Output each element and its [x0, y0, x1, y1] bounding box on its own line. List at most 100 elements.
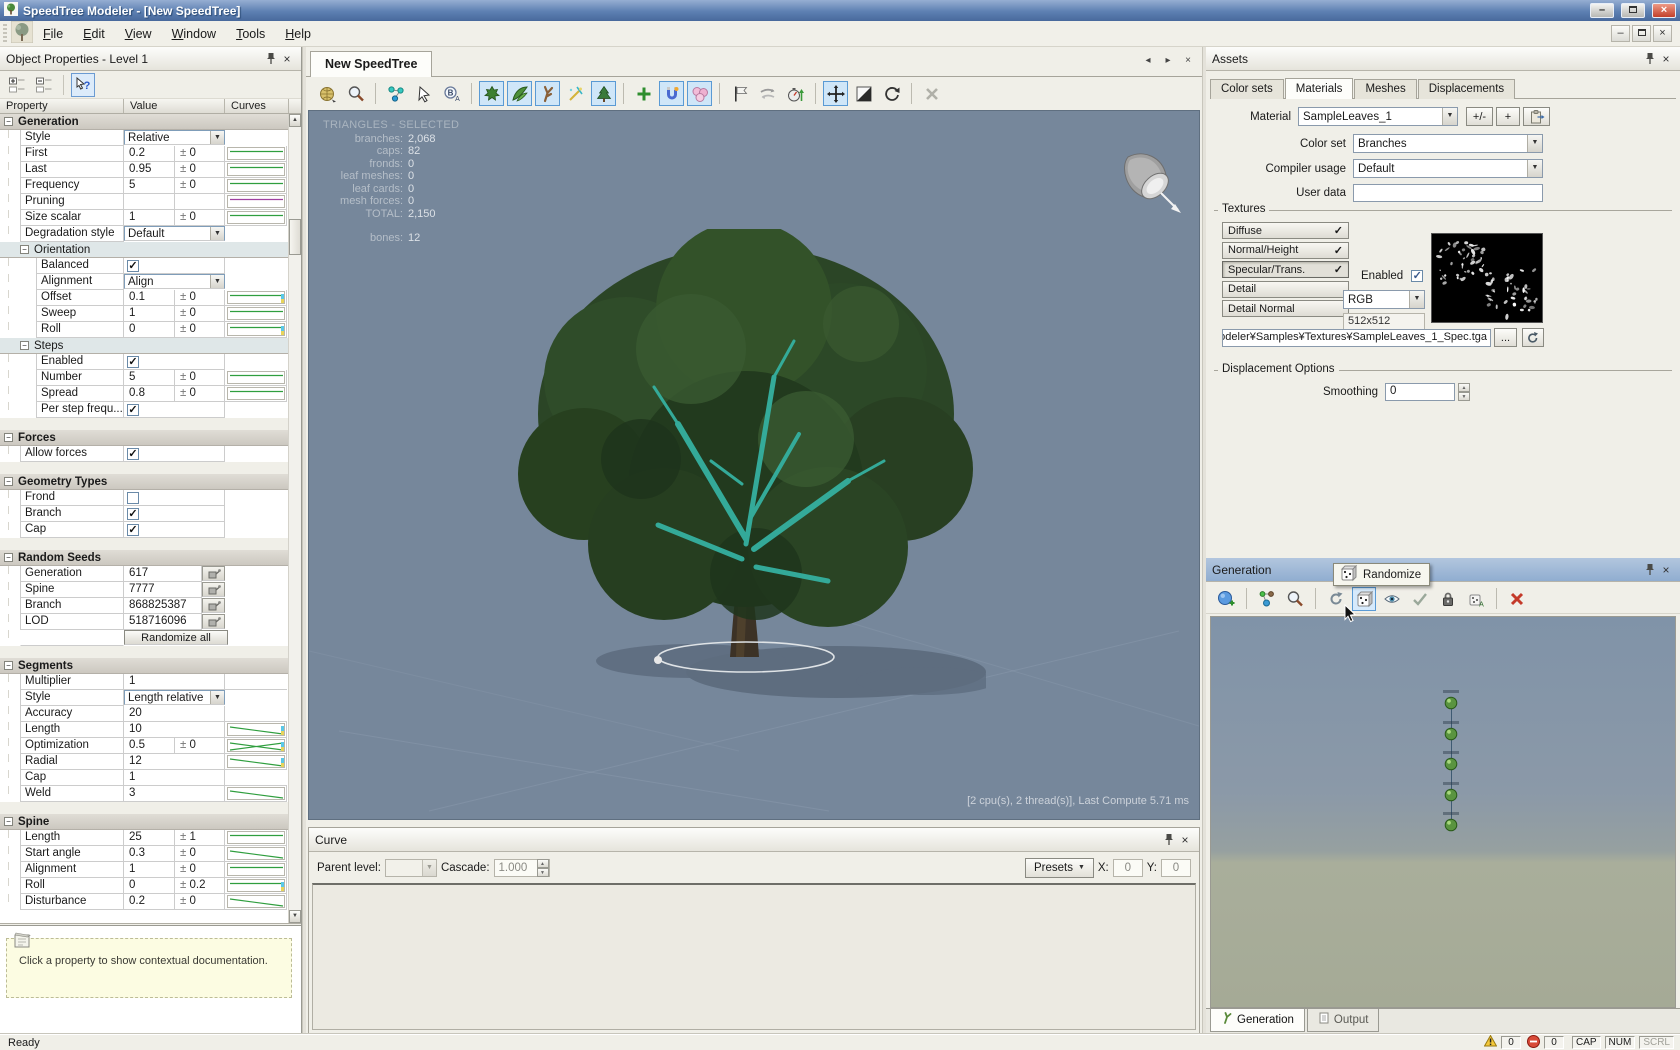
column-value[interactable]: Value: [124, 99, 225, 113]
texture-slot-normal-height[interactable]: Normal/Height✓: [1222, 242, 1349, 259]
variance-field[interactable]: ± 0: [175, 846, 225, 862]
variance-field[interactable]: ± 0: [175, 738, 225, 754]
section-header-steps[interactable]: −Steps: [0, 338, 288, 354]
value-field[interactable]: 12: [124, 754, 225, 770]
variance-field[interactable]: ± 0: [175, 178, 225, 194]
browse-button[interactable]: ...: [1494, 328, 1517, 347]
value-field[interactable]: 1: [124, 674, 225, 690]
hierarchy-icon[interactable]: [1255, 587, 1279, 611]
value-field[interactable]: 0.3: [124, 846, 175, 862]
property-label[interactable]: Style: [20, 690, 124, 706]
menu-edit[interactable]: Edit: [73, 23, 115, 45]
value-dropdown[interactable]: Relative▼: [124, 130, 225, 145]
column-curves[interactable]: Curves: [225, 99, 289, 113]
magnet-icon[interactable]: [659, 81, 684, 106]
section-header-orientation[interactable]: −Orientation: [0, 242, 288, 258]
menu-view[interactable]: View: [115, 23, 162, 45]
value-field[interactable]: 10: [124, 722, 225, 738]
texture-slot-specular-trans-[interactable]: Specular/Trans.✓: [1222, 261, 1349, 278]
variance-field[interactable]: ± 1: [175, 830, 225, 846]
panel-close-icon[interactable]: ×: [1658, 562, 1674, 577]
variance-field[interactable]: ± 0.2: [175, 878, 225, 894]
variance-field[interactable]: ± 0: [175, 210, 225, 226]
randomize-all-button[interactable]: Randomize all: [124, 630, 228, 645]
curve-thumbnail[interactable]: [225, 290, 287, 306]
shade-icon[interactable]: [851, 81, 876, 106]
variance-field[interactable]: ± 0: [175, 386, 225, 402]
panel-close-icon[interactable]: ×: [279, 51, 295, 66]
property-label[interactable]: Multiplier: [20, 674, 124, 690]
generation-node-icon[interactable]: [1444, 757, 1458, 771]
parent-level-dropdown[interactable]: ▼: [385, 859, 437, 877]
section-header-segments[interactable]: −Segments: [0, 658, 288, 674]
check-icon[interactable]: [1408, 587, 1432, 611]
color-set-dropdown[interactable]: Branches▼: [1353, 134, 1543, 153]
seed-value-field[interactable]: 7777: [124, 582, 202, 598]
menu-help[interactable]: Help: [275, 23, 321, 45]
value-field[interactable]: 1: [124, 210, 175, 226]
section-header-generation[interactable]: −Generation: [0, 114, 288, 130]
curve-thumbnail[interactable]: [225, 162, 287, 178]
collapse-icon[interactable]: −: [20, 341, 29, 350]
smoothing-spinner[interactable]: ▲▼: [1458, 383, 1470, 401]
x-value-field[interactable]: 0: [1113, 859, 1143, 877]
property-label[interactable]: Style: [20, 130, 124, 146]
property-label[interactable]: Generation: [20, 566, 124, 582]
value-field[interactable]: 0.2: [124, 146, 175, 162]
compile-icon[interactable]: [315, 81, 340, 106]
collapse-icon[interactable]: −: [20, 245, 29, 254]
tab-materials[interactable]: Materials: [1285, 78, 1354, 99]
y-value-field[interactable]: 0: [1161, 859, 1191, 877]
seed-value-field[interactable]: 868825387: [124, 598, 202, 614]
tree-model[interactable]: [506, 229, 986, 707]
variance-field[interactable]: ± 0: [175, 146, 225, 162]
generation-node-icon[interactable]: [1444, 818, 1458, 832]
curve-thumbnail[interactable]: [225, 178, 287, 194]
property-label[interactable]: Cap: [20, 522, 124, 538]
collapse-icon[interactable]: −: [4, 477, 13, 486]
property-label[interactable]: Start angle: [20, 846, 124, 862]
reload-texture-button[interactable]: [1522, 328, 1544, 347]
move-icon[interactable]: [823, 81, 848, 106]
cascade-spinner[interactable]: 1.000 ▲▼: [494, 859, 550, 877]
property-label[interactable]: Last: [20, 162, 124, 178]
reseed-icon[interactable]: [202, 566, 225, 581]
enabled-checkbox[interactable]: ✓: [1411, 270, 1423, 282]
zoom-icon[interactable]: [343, 81, 368, 106]
mdi-restore-button[interactable]: [1632, 25, 1651, 42]
bone-icon[interactable]: BA: [439, 81, 464, 106]
collapse-all-icon[interactable]: [32, 73, 56, 97]
menu-window[interactable]: Window: [162, 23, 226, 45]
smoothing-field[interactable]: 0: [1385, 383, 1455, 401]
curve-thumbnail[interactable]: [225, 846, 287, 862]
property-label[interactable]: Enabled: [36, 354, 124, 370]
property-label[interactable]: Sweep: [36, 306, 124, 322]
viewport-3d[interactable]: TRIANGLES - SELECTED branches:2,068caps:…: [308, 110, 1200, 820]
curve-thumbnail[interactable]: [225, 146, 287, 162]
reseed-icon[interactable]: [202, 582, 225, 597]
value-field[interactable]: 0.1: [124, 290, 175, 306]
wind-icon[interactable]: [755, 81, 780, 106]
value-field[interactable]: 5: [124, 370, 175, 386]
property-label[interactable]: Balanced: [36, 258, 124, 274]
checkbox[interactable]: ✓: [127, 508, 139, 520]
show-branches-icon[interactable]: [535, 81, 560, 106]
collision-icon[interactable]: [687, 81, 712, 106]
restore-button[interactable]: [1621, 3, 1645, 18]
minimize-button[interactable]: –: [1590, 3, 1614, 18]
reseed-icon[interactable]: [202, 598, 225, 613]
value-field[interactable]: 25: [124, 830, 175, 846]
eye-icon[interactable]: [1380, 587, 1404, 611]
checkbox[interactable]: [127, 492, 139, 504]
mdi-close-button[interactable]: ×: [1653, 25, 1672, 42]
variance-field[interactable]: ± 0: [175, 322, 225, 338]
curve-thumbnail[interactable]: [225, 322, 287, 338]
property-label[interactable]: Cap: [20, 770, 124, 786]
pin-icon[interactable]: [1642, 562, 1658, 577]
tab-generation[interactable]: Generation: [1210, 1009, 1305, 1032]
generation-graph-view[interactable]: [1210, 616, 1676, 1008]
panel-close-icon[interactable]: ×: [1177, 832, 1193, 847]
texture-slot-detail[interactable]: Detail: [1222, 281, 1349, 298]
curve-thumbnail[interactable]: [225, 738, 287, 754]
texture-path-field[interactable]: odeler¥Samples¥Textures¥SampleLeaves_1_S…: [1222, 329, 1491, 347]
